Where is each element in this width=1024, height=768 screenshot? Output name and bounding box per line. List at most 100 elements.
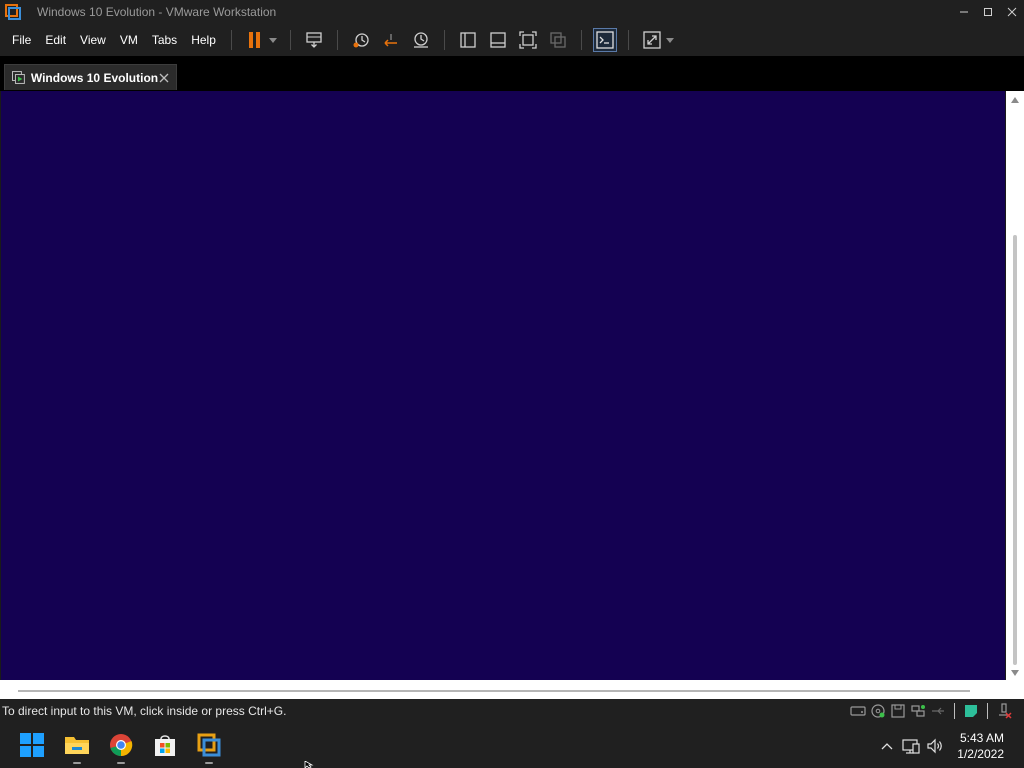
toolbar-separator	[443, 30, 445, 50]
running-indicator	[205, 762, 213, 764]
vertical-scroll-thumb[interactable]	[1013, 235, 1017, 665]
unity-icon	[550, 32, 566, 48]
snapshot-revert-icon	[384, 34, 397, 47]
tab-strip: Windows 10 Evolution	[0, 56, 1024, 91]
tab-label: Windows 10 Evolution	[30, 70, 159, 85]
floppy-icon	[891, 704, 905, 718]
clock[interactable]: 5:43 AM 1/2/2022	[957, 730, 1004, 762]
stretch-dropdown-button[interactable]	[665, 29, 675, 51]
menu-file[interactable]: File	[5, 24, 38, 56]
floppy-status[interactable]	[890, 703, 906, 719]
network-adapter-icon	[911, 705, 925, 717]
full-screen-button[interactable]	[517, 29, 539, 51]
disconnect-status[interactable]	[996, 703, 1012, 719]
running-indicator	[73, 762, 81, 764]
taskbar-microsoft-store[interactable]	[151, 731, 179, 759]
taskbar-file-explorer[interactable]	[63, 731, 91, 764]
device-status-icons	[848, 699, 1014, 723]
system-tray: 5:43 AM 1/2/2022	[875, 723, 1024, 768]
minimize-icon	[960, 11, 968, 13]
stretch-guest-button[interactable]	[641, 29, 663, 51]
snapshot-manager-icon	[413, 32, 428, 48]
horizontal-scrollbar[interactable]	[0, 680, 1024, 699]
title-bar: Windows 10 Evolution - VMware Workstatio…	[0, 0, 1024, 24]
status-message: To direct input to this VM, click inside…	[2, 704, 287, 718]
volume-icon	[927, 738, 943, 753]
horizontal-scroll-thumb[interactable]	[18, 690, 970, 692]
taskbar-chrome[interactable]	[107, 731, 135, 764]
mouse-cursor-icon	[304, 761, 314, 768]
unity-button[interactable]	[547, 29, 569, 51]
vertical-scrollbar[interactable]	[1006, 91, 1024, 680]
close-icon	[1007, 7, 1017, 17]
menu-toolbar-bar: File Edit View VM Tabs Help	[0, 24, 1024, 56]
vmware-workstation-icon	[197, 733, 221, 757]
window-title: Windows 10 Evolution - VMware Workstatio…	[37, 5, 277, 19]
window-controls	[952, 0, 1024, 24]
chevron-down-icon	[268, 37, 277, 43]
pause-button[interactable]	[244, 29, 266, 51]
message-log-status[interactable]	[963, 703, 979, 719]
show-hidden-icons-button[interactable]	[878, 737, 896, 755]
pause-dropdown-button[interactable]	[268, 29, 278, 51]
message-log-icon	[965, 705, 977, 717]
clock-date: 1/2/2022	[957, 746, 1004, 761]
take-snapshot-button[interactable]	[350, 29, 372, 51]
toolbar-separator	[336, 30, 338, 50]
full-screen-icon	[519, 31, 537, 49]
console-view-button[interactable]	[592, 28, 617, 52]
status-separator	[987, 703, 988, 719]
minimize-button[interactable]	[952, 0, 976, 24]
start-button[interactable]	[18, 731, 46, 759]
maximize-icon	[984, 8, 992, 16]
usb-status[interactable]	[930, 703, 946, 719]
clock-time: 5:43 AM	[959, 730, 1004, 745]
start-icon	[20, 733, 44, 757]
network-status-button[interactable]	[902, 737, 920, 755]
console-view-icon	[596, 31, 614, 49]
microsoft-store-icon	[155, 735, 175, 756]
toolbar-separator	[580, 30, 582, 50]
snapshot-manager-button[interactable]	[410, 29, 432, 51]
chevron-up-icon	[881, 742, 893, 749]
show-library-button[interactable]	[457, 29, 479, 51]
menu-view[interactable]: View	[73, 24, 113, 56]
taskbar-vmware-workstation[interactable]	[195, 731, 223, 764]
vmware-app-icon[interactable]	[5, 4, 21, 20]
pause-icon	[248, 32, 260, 48]
toolbar-separator	[627, 30, 629, 50]
menu-vm[interactable]: VM	[113, 24, 145, 56]
network-adapter-status[interactable]	[910, 703, 926, 719]
scroll-down-arrow-icon[interactable]	[1010, 669, 1020, 677]
cd-dvd-icon	[871, 704, 885, 718]
vm-console-display[interactable]	[1, 91, 1005, 680]
status-bar: To direct input to this VM, click inside…	[0, 699, 1024, 723]
hard-disk-icon	[850, 706, 866, 716]
network-icon	[902, 738, 920, 754]
cd-dvd-status[interactable]	[870, 703, 886, 719]
send-ctrl-alt-del-button[interactable]	[303, 29, 325, 51]
windows-taskbar: 5:43 AM 1/2/2022	[0, 723, 1024, 768]
volume-button[interactable]	[926, 737, 944, 755]
revert-snapshot-button[interactable]	[380, 29, 402, 51]
menu-edit[interactable]: Edit	[38, 24, 73, 56]
tab-windows-10-evolution[interactable]: Windows 10 Evolution	[4, 64, 177, 90]
send-ctrl-alt-del-icon	[306, 32, 322, 48]
chrome-icon	[110, 734, 133, 757]
show-thumbnail-bar-button[interactable]	[487, 29, 509, 51]
menu-help[interactable]: Help	[184, 24, 223, 56]
usb-icon	[932, 707, 944, 715]
close-button[interactable]	[1000, 0, 1024, 24]
disconnect-icon	[999, 703, 1012, 719]
menu-tabs[interactable]: Tabs	[145, 24, 184, 56]
show-library-icon	[460, 32, 476, 48]
close-icon	[159, 73, 169, 82]
file-explorer-icon	[65, 737, 89, 754]
tab-close-button[interactable]	[158, 72, 170, 84]
maximize-button[interactable]	[976, 0, 1000, 24]
snapshot-take-icon	[353, 33, 369, 48]
vm-running-icon	[12, 71, 25, 84]
scroll-up-arrow-icon[interactable]	[1010, 96, 1020, 104]
stretch-guest-icon	[643, 31, 661, 49]
hard-disk-status[interactable]	[850, 703, 866, 719]
